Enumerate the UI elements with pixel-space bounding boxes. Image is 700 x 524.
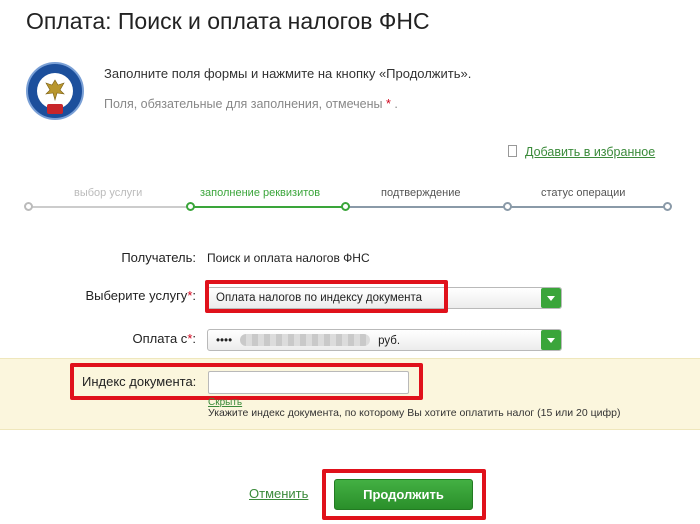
required-fields-note: Поля, обязательные для заполнения, отмеч… <box>104 97 398 111</box>
highlight-frame-continue <box>322 469 486 520</box>
progress-segment-done <box>28 206 190 208</box>
progress-dot-step-4 <box>503 202 512 211</box>
cancel-link[interactable]: Отменить <box>249 486 308 501</box>
add-to-favorites-link[interactable]: Добавить в избранное <box>508 145 655 159</box>
page-title: Оплата: Поиск и оплата налогов ФНС <box>26 8 430 34</box>
payfrom-prefix: •••• <box>216 335 233 347</box>
index-hint: Укажите индекс документа, по которому Вы… <box>208 407 621 419</box>
progress-dot-step-2 <box>186 202 195 211</box>
redacted-account <box>240 334 371 346</box>
payfrom-label-colon: : <box>192 331 196 346</box>
chevron-down-icon[interactable] <box>541 288 561 308</box>
progress-dot-start <box>24 202 33 211</box>
bookmark-icon <box>508 145 517 157</box>
progress-dot-step-3 <box>341 202 350 211</box>
step-label-fill-details: заполнение реквизитов <box>200 187 321 199</box>
payfrom-suffix: руб. <box>378 335 401 347</box>
service-label: Выберите услугу*: <box>85 288 196 303</box>
service-label-colon: : <box>192 288 196 303</box>
step-label-confirmation: подтверждение <box>381 187 461 199</box>
step-label-select-service: выбор услуги <box>74 187 143 199</box>
payfrom-select[interactable]: •••• руб. <box>207 329 562 351</box>
progress-dot-end <box>663 202 672 211</box>
favorites-label: Добавить в избранное <box>525 145 656 159</box>
recipient-label: Получатель: <box>121 250 196 265</box>
chevron-down-icon[interactable] <box>541 330 561 350</box>
fns-emblem-icon <box>26 62 84 120</box>
emblem-shield <box>47 104 63 114</box>
step-label-operation-status: статус операции <box>541 187 626 199</box>
eagle-icon <box>45 79 65 102</box>
highlight-frame-service <box>205 280 448 313</box>
required-mark: * <box>386 97 391 111</box>
service-label-text: Выберите услугу <box>85 288 188 303</box>
payfrom-label-text: Оплата с <box>132 331 188 346</box>
payfrom-label: Оплата с*: <box>132 331 196 346</box>
required-note-text: Поля, обязательные для заполнения, отмеч… <box>104 97 383 111</box>
document-index-input[interactable] <box>208 371 409 394</box>
progress-segment-active <box>190 206 345 208</box>
required-note-end: . <box>394 97 398 111</box>
instructions-text: Заполните поля формы и нажмите на кнопку… <box>104 66 472 81</box>
recipient-value: Поиск и оплата налогов ФНС <box>207 251 370 265</box>
